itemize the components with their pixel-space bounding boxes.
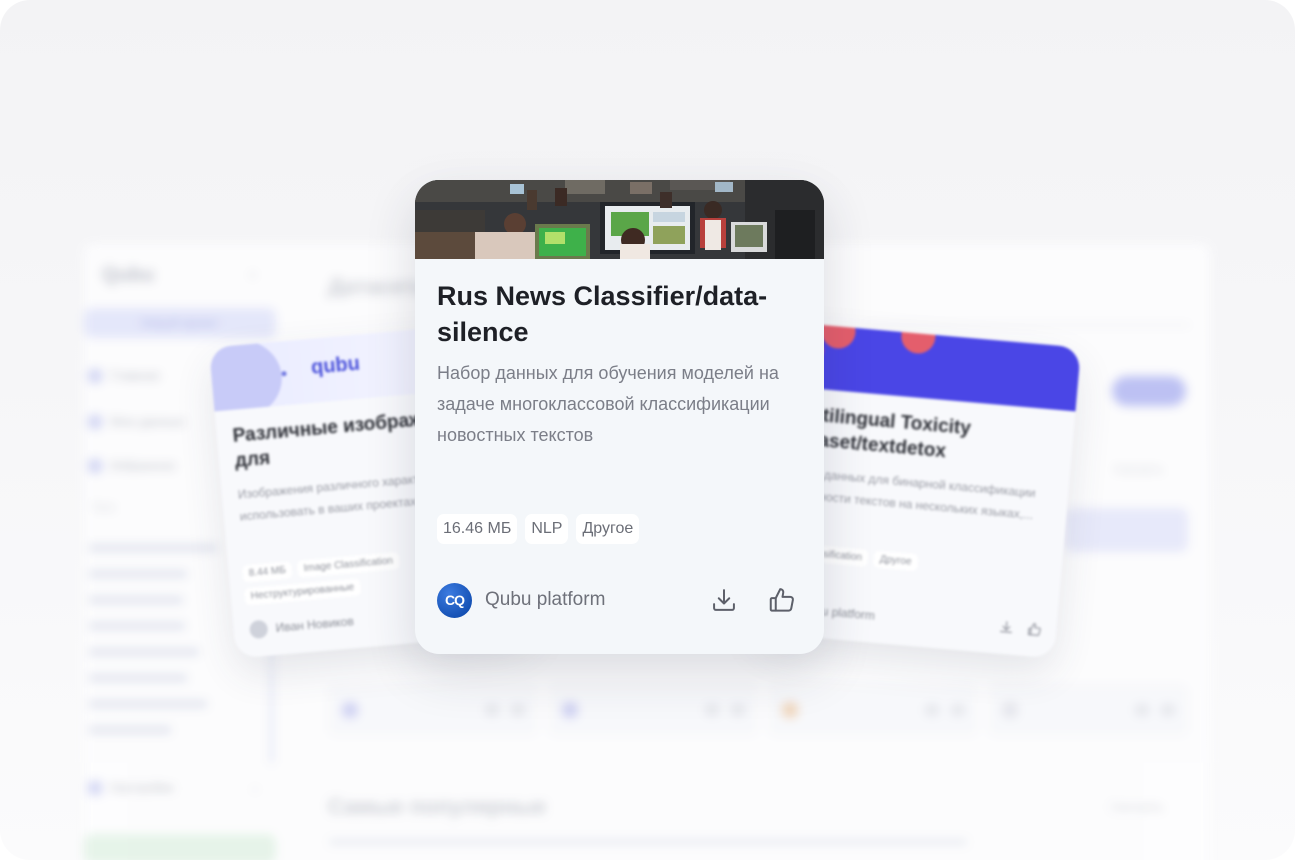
bg-tag-line [88, 674, 188, 682]
bg-tag-line [88, 700, 208, 708]
like-button[interactable] [766, 584, 798, 616]
bg-tag-line [88, 544, 218, 552]
bg-nav-item[interactable]: Мои данные [88, 414, 185, 429]
card-description: Набор данных для обучения моделей на зад… [437, 363, 779, 445]
download-icon[interactable] [998, 619, 1015, 636]
bg-tag-line [88, 570, 188, 578]
tag-nlp[interactable]: NLP [525, 514, 569, 544]
card-cover-image [415, 180, 824, 259]
bg-tag-line [88, 596, 184, 604]
tag[interactable]: Image Classification [297, 551, 400, 578]
tag[interactable]: Неструктурированные [244, 578, 361, 606]
card-footer: CQ Qubu platform [437, 581, 798, 619]
download-icon [713, 589, 735, 611]
bg-card-footer[interactable] [768, 684, 978, 736]
card-tags: 16.46 МБ NLP Другое [437, 514, 640, 544]
bg-see-all-link[interactable]: Смотреть [1110, 800, 1164, 814]
avatar [248, 619, 269, 640]
bg-logo: Qubu [102, 264, 155, 286]
star-icon [88, 458, 102, 473]
gear-icon [88, 780, 102, 795]
bg-settings-item[interactable]: Настройки [88, 780, 174, 795]
bg-tag-line [88, 622, 186, 630]
thumbs-up-icon[interactable] [1026, 621, 1043, 638]
brand-logo: qubu [310, 352, 361, 379]
bg-popular-heading: Самые популярные [328, 794, 547, 819]
bg-section-label: Теги [92, 502, 115, 514]
tag[interactable]: Другое [873, 550, 919, 572]
bg-card-footer[interactable] [548, 684, 758, 736]
dataset-card-main[interactable]: Rus News Classifier/data-silence Набор д… [415, 180, 824, 654]
bg-status-block [84, 834, 276, 860]
author-name[interactable]: Qubu platform [485, 589, 708, 611]
collapse-icon[interactable]: ‹ [250, 266, 255, 284]
size-tag: 16.46 МБ [437, 514, 518, 544]
bg-small-text[interactable]: Смотреть [1114, 464, 1163, 476]
card-title[interactable]: Rus News Classifier/data-silence [437, 278, 807, 350]
bg-nav-item[interactable]: Избранное [88, 458, 176, 473]
frame: Qubu ‹ Новый проект Главная Мои данные И… [0, 0, 1295, 860]
bg-card-footer[interactable] [988, 684, 1188, 736]
bg-subtitle-line [328, 838, 968, 846]
bg-banner [1064, 508, 1188, 552]
tag-other[interactable]: Другое [576, 514, 640, 544]
bg-card-footer[interactable] [328, 684, 538, 736]
thumbs-up-icon [769, 588, 794, 612]
bg-tag-line [88, 648, 200, 656]
card-author[interactable]: Qubu platform [799, 602, 988, 632]
home-icon [88, 368, 102, 383]
bg-tag-line [88, 726, 172, 734]
tag[interactable]: 8.44 МБ [242, 561, 293, 583]
bg-nav-item[interactable]: Главная [88, 368, 159, 383]
office-photo [415, 180, 824, 259]
download-button[interactable] [708, 584, 740, 616]
author-avatar[interactable]: CQ [437, 582, 472, 618]
bg-new-button[interactable]: Новый проект [84, 308, 276, 338]
folder-icon [88, 414, 102, 429]
bg-action-button[interactable] [1112, 376, 1186, 406]
chevron-down-icon[interactable]: ⌄ [250, 780, 260, 794]
bg-divider [864, 324, 1190, 326]
